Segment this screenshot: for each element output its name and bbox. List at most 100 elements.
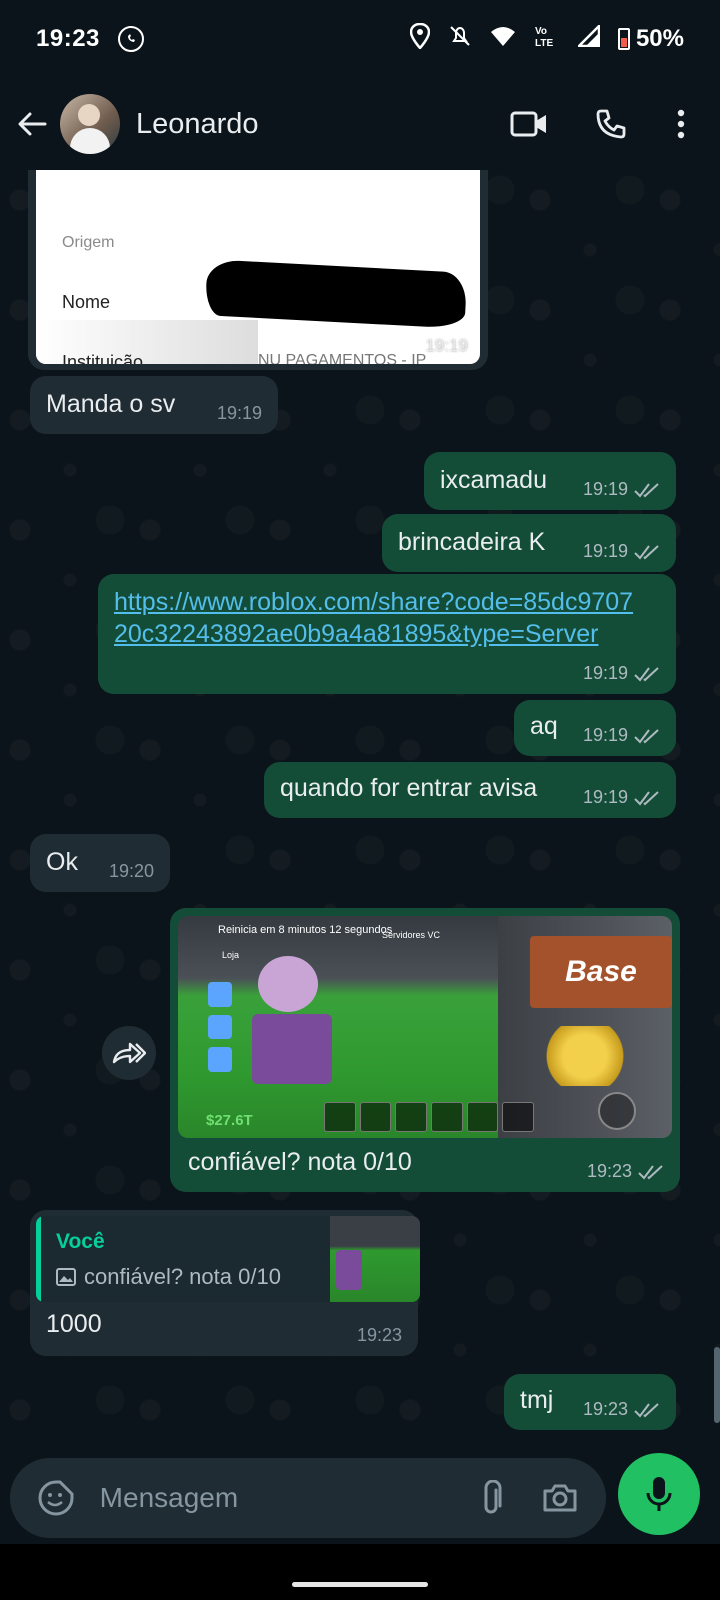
battery-icon	[617, 28, 630, 50]
message-incoming[interactable]: Manda o sv 19:19	[30, 376, 278, 434]
double-check-icon	[634, 1402, 659, 1418]
message-time: 19:19	[582, 725, 628, 745]
message-outgoing-link[interactable]: https://www.roblox.com/share?code=85dc97…	[98, 574, 676, 694]
chat-area[interactable]: Origem Nome Instituição NU PAGAMENTOS - …	[0, 170, 720, 1450]
paperclip-icon	[484, 1480, 501, 1514]
redaction-scribble	[204, 259, 468, 329]
receipt-origem-label: Origem	[62, 234, 115, 251]
message-image-receipt[interactable]: Origem Nome Instituição NU PAGAMENTOS - …	[28, 170, 488, 370]
video-call-button[interactable]	[488, 78, 570, 170]
receipt-instituicao-label: Instituição	[62, 352, 144, 364]
arrow-left-icon	[18, 112, 47, 136]
image-icon	[56, 1268, 76, 1286]
image-caption: confiável? nota 0/10	[188, 1148, 412, 1176]
message-text: tmj	[520, 1386, 554, 1414]
message-outgoing[interactable]: quando for entrar avisa 19:19	[264, 762, 676, 818]
game-hotbar	[324, 1102, 535, 1132]
message-time: 19:20	[108, 861, 154, 881]
message-meta: 19:19	[583, 787, 660, 808]
server-link[interactable]: https://www.roblox.com/share?code=85dc97…	[114, 586, 634, 650]
more-options-icon	[677, 109, 685, 139]
message-time: 19:19	[582, 787, 628, 807]
message-outgoing-image[interactable]: Base Reinicia em 8 minutos 12 segundos L…	[170, 908, 680, 1192]
contact-name[interactable]: Leonardo	[136, 108, 259, 141]
message-time: 19:19	[582, 479, 628, 499]
voice-call-icon	[596, 109, 626, 139]
composer-bar	[0, 1450, 720, 1544]
game-gold-pile	[540, 1026, 630, 1086]
message-incoming[interactable]: Ok 19:20	[30, 834, 170, 892]
message-time: 19:19	[425, 336, 468, 355]
attach-button[interactable]	[463, 1470, 519, 1526]
scroll-indicator[interactable]	[714, 1347, 720, 1423]
message-meta: 19:23	[583, 1399, 660, 1420]
game-hud-title: Reinicia em 8 minutos 12 segundos	[218, 924, 393, 936]
camera-icon	[543, 1484, 577, 1512]
double-check-icon	[634, 482, 659, 498]
message-time: 19:23	[356, 1325, 402, 1345]
whatsapp-icon	[117, 26, 144, 52]
back-button[interactable]	[4, 78, 60, 170]
quoted-text-row: confiável? nota 0/10	[56, 1264, 281, 1290]
more-options-button[interactable]	[652, 78, 710, 170]
home-gesture-handle[interactable]	[292, 1582, 428, 1587]
quoted-thumbnail	[330, 1216, 420, 1302]
message-outgoing[interactable]: ixcamadu 19:19	[424, 452, 676, 510]
voice-message-button[interactable]	[618, 1453, 700, 1535]
game-shop-label: Loja	[222, 950, 240, 960]
message-text: Manda o sv	[46, 390, 176, 418]
status-bar: 19:23 Vo LTE 50%	[0, 0, 720, 78]
message-text: ixcamadu	[440, 466, 547, 494]
emoji-sticker-button[interactable]	[28, 1470, 84, 1526]
svg-text:Vo: Vo	[535, 26, 547, 37]
double-check-icon	[634, 544, 659, 560]
double-check-icon	[634, 728, 659, 744]
mute-icon	[448, 24, 472, 55]
message-time: 19:19	[582, 541, 628, 561]
message-outgoing[interactable]: brincadeira K 19:19	[382, 514, 676, 572]
message-input-container[interactable]	[10, 1458, 606, 1538]
quoted-text: confiável? nota 0/10	[84, 1264, 281, 1289]
forward-icon	[112, 1042, 146, 1064]
status-time: 19:23	[36, 25, 100, 52]
wifi-icon	[490, 25, 516, 54]
quoted-author: Você	[56, 1230, 105, 1253]
game-character	[238, 956, 348, 1106]
double-check-icon	[634, 666, 659, 682]
battery-status: 50%	[617, 25, 684, 53]
message-time: 19:19	[582, 663, 628, 683]
message-outgoing[interactable]: aq 19:19	[514, 700, 676, 756]
message-text: brincadeira K	[398, 528, 546, 556]
voice-call-button[interactable]	[570, 78, 652, 170]
double-check-icon	[634, 790, 659, 806]
microphone-icon	[646, 1477, 672, 1511]
quoted-message[interactable]: Você confiável? nota 0/10	[36, 1216, 420, 1302]
game-sidebar	[208, 982, 232, 1073]
forward-button[interactable]	[102, 1026, 156, 1080]
message-incoming-reply[interactable]: Você confiável? nota 0/10 1000 19:23	[30, 1210, 420, 1356]
message-meta: 19:20	[109, 861, 154, 882]
camera-button[interactable]	[532, 1470, 588, 1526]
svg-text:LTE: LTE	[535, 38, 553, 48]
message-time: 19:23	[582, 1399, 628, 1419]
game-money: $27.6T	[206, 1112, 253, 1129]
signal-icon	[575, 22, 601, 54]
game-screenshot[interactable]: Base Reinicia em 8 minutos 12 segundos L…	[178, 916, 672, 1138]
message-meta: 19:19	[583, 541, 660, 562]
volte-icon: Vo LTE	[534, 24, 560, 55]
message-outgoing[interactable]: tmj 19:23	[504, 1374, 676, 1430]
message-text: quando for entrar avisa	[280, 774, 538, 802]
message-time: 19:23	[586, 1161, 632, 1181]
message-meta: 19:23	[357, 1325, 402, 1346]
message-time: 19:19	[216, 403, 262, 423]
battery-percent: 50%	[635, 25, 684, 52]
receipt-nome-label: Nome	[62, 292, 111, 312]
receipt-image[interactable]: Origem Nome Instituição NU PAGAMENTOS - …	[36, 170, 480, 364]
contact-avatar[interactable]	[60, 94, 120, 154]
quote-accent-bar	[36, 1216, 41, 1302]
message-meta: 19:23	[587, 1161, 664, 1182]
message-text: aq	[530, 712, 558, 740]
chat-header: Leonardo	[0, 78, 720, 170]
message-input[interactable]	[97, 1481, 463, 1515]
message-text: Ok	[46, 848, 78, 876]
